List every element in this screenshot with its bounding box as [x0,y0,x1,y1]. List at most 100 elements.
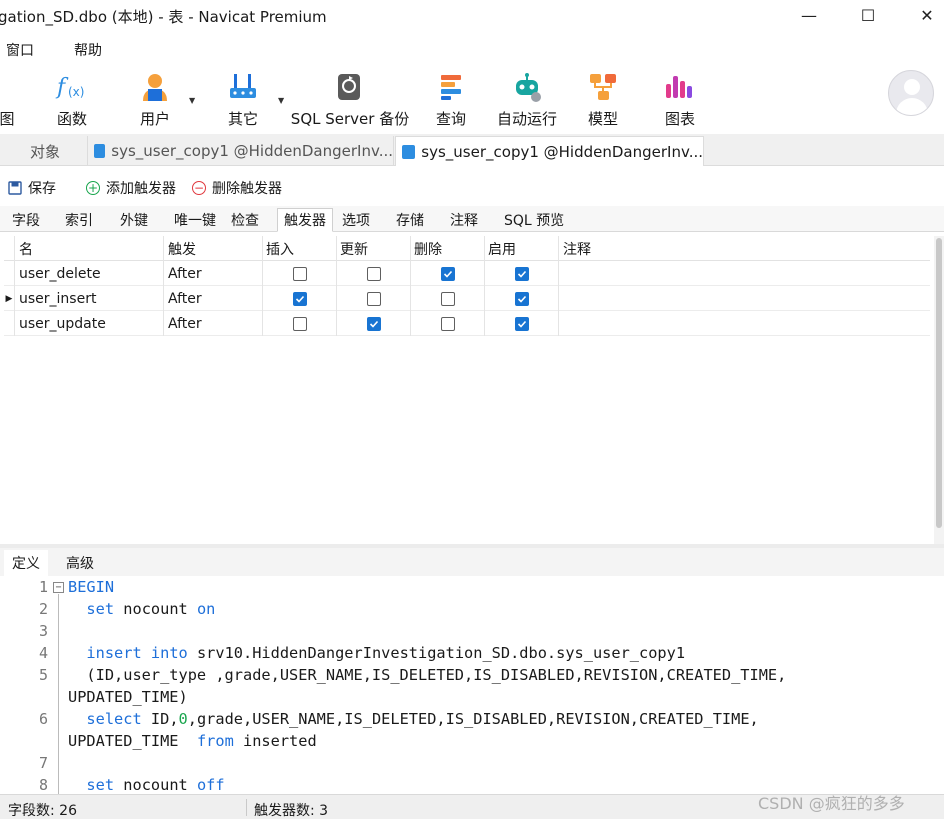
user-avatar[interactable] [888,70,934,116]
tab-definition[interactable]: 定义 [4,550,48,576]
header-fire[interactable]: 触发 [164,236,263,261]
toolbar-backup-label: SQL Server 备份 [290,110,410,128]
toolbar-automation-label: 自动运行 [496,110,557,128]
trigger-fire-cell[interactable]: After [164,261,263,286]
toolbar-function-button[interactable]: f (x) 函数 [52,70,92,132]
toolbar-automation-button[interactable]: 自动运行 [496,70,558,132]
enabled-checkbox[interactable] [514,291,529,306]
toolbar-query-label: 查询 [435,110,466,128]
header-delete[interactable]: 删除 [411,236,485,261]
tab-indexes[interactable]: 索引 [59,208,99,232]
add-trigger-button[interactable]: + 添加触发器 [86,178,176,198]
toolbar-query-button[interactable]: 查询 [434,70,468,132]
delete-trigger-button[interactable]: − 删除触发器 [192,178,282,198]
menu-help[interactable]: 帮助 [74,40,102,60]
table-row[interactable]: user_delete After [4,261,930,286]
trigger-comment-cell[interactable] [559,311,930,336]
trigger-name-cell[interactable]: user_update [15,311,164,336]
sql-editor[interactable]: 1 2 3 4 5 6 7 8 − BEGIN set nocount on i… [0,576,944,794]
minimize-icon: — [801,5,817,25]
insert-checkbox[interactable] [292,291,307,306]
fold-collapse-icon[interactable]: − [53,582,64,593]
table-edit-icon [402,144,416,159]
delete-checkbox[interactable] [440,266,455,281]
tab-triggers[interactable]: 触发器 [277,208,333,232]
tab-comment[interactable]: 注释 [444,208,484,232]
save-label: 保存 [28,181,56,197]
trigger-fire-cell[interactable]: After [164,286,263,311]
tab-foreign-keys[interactable]: 外键 [114,208,154,232]
tab-checks[interactable]: 检查 [225,208,265,232]
header-insert[interactable]: 插入 [263,236,337,261]
table-icon [94,144,106,158]
tab-fields[interactable]: 字段 [6,208,46,232]
insert-checkbox[interactable] [292,316,307,331]
tab-advanced[interactable]: 高级 [58,550,102,576]
toolbar-user-button[interactable]: 用户 [136,70,174,132]
toolbar-view-button[interactable]: 图 [0,70,16,132]
delete-checkbox[interactable] [440,291,455,306]
code-line: insert into srv10.HiddenDangerInvestigat… [86,644,686,662]
trigger-name-cell[interactable]: user_delete [15,261,164,286]
toolbar-model-button[interactable]: 模型 [586,70,620,132]
toolbar-other-button[interactable]: 其它 [225,70,261,132]
function-icon: f (x) [55,70,89,104]
tab-sql-preview[interactable]: SQL 预览 [498,208,570,232]
toolbar-model-label: 模型 [587,110,618,128]
toolbar-chart-button[interactable]: 图表 [663,70,697,132]
fold-guide [58,594,59,794]
header-name[interactable]: 名 [15,236,164,261]
database-icon [0,70,18,104]
update-checkbox[interactable] [366,316,381,331]
line-number-gutter: 1 2 3 4 5 6 7 8 [0,576,52,794]
trigger-name-cell[interactable]: user_insert [15,286,164,311]
table-row[interactable]: ▶ user_insert After [4,286,930,311]
tab-table-design-1[interactable]: sys_user_copy1 @HiddenDangerInv... [88,136,394,166]
delete-checkbox[interactable] [440,316,455,331]
table-row[interactable]: user_update After [4,311,930,336]
minimize-button[interactable]: — [786,0,832,30]
trigger-comment-cell[interactable] [559,261,930,286]
scrollbar-thumb[interactable] [936,238,942,528]
menu-window[interactable]: 窗口 [6,40,34,60]
tab-table-design-2-label: sys_user_copy1 @HiddenDangerInv... [421,142,703,161]
maximize-button[interactable]: ☐ [845,0,891,30]
enabled-checkbox[interactable] [514,316,529,331]
update-checkbox[interactable] [366,266,381,281]
toolbar-function-label: 函数 [56,110,87,128]
save-button[interactable]: 保存 [8,178,56,198]
tab-storage[interactable]: 存储 [390,208,430,232]
svg-text:f: f [55,75,69,100]
tab-objects[interactable]: 对象 [0,136,88,166]
trigger-count-status: 触发器数: 3 [254,803,329,819]
header-comment[interactable]: 注释 [559,236,930,261]
user-icon [138,70,172,104]
field-count-status: 字段数: 26 [8,803,77,819]
header-update[interactable]: 更新 [337,236,411,261]
user-dropdown-caret-icon[interactable]: ▼ [189,96,195,105]
row-indicator [4,311,15,336]
code-line: UPDATED_TIME) [68,688,188,706]
design-subtabs: 字段 索引 外键 唯一键 检查 触发器 选项 存储 注释 SQL 预览 [0,206,944,232]
update-checkbox[interactable] [366,291,381,306]
insert-checkbox[interactable] [292,266,307,281]
toolbar-backup-button[interactable]: SQL Server 备份 [290,70,410,132]
enabled-checkbox[interactable] [514,266,529,281]
grid-header-row: 名 触发 插入 更新 删除 启用 注释 [4,236,930,261]
grid-scrollbar[interactable] [934,236,944,544]
close-button[interactable]: ✕ [904,0,944,30]
tools-icon [226,70,260,104]
tab-table-design-1-label: sys_user_copy1 @HiddenDangerInv... [111,142,393,160]
trigger-comment-cell[interactable] [559,286,930,311]
trigger-fire-cell[interactable]: After [164,311,263,336]
document-tab-strip: 对象 sys_user_copy1 @HiddenDangerInv... sy… [0,134,944,166]
tab-options[interactable]: 选项 [336,208,376,232]
tab-table-design-2[interactable]: sys_user_copy1 @HiddenDangerInv... [395,136,704,166]
other-dropdown-caret-icon[interactable]: ▼ [278,96,284,105]
main-toolbar: 图 f (x) 函数 用户 ▼ 其它 ▼ SQL Server 备份 查询 自动… [0,64,944,134]
definition-tabs: 定义 高级 [0,548,944,576]
header-enabled[interactable]: 启用 [485,236,559,261]
tab-unique-keys[interactable]: 唯一键 [168,208,222,232]
